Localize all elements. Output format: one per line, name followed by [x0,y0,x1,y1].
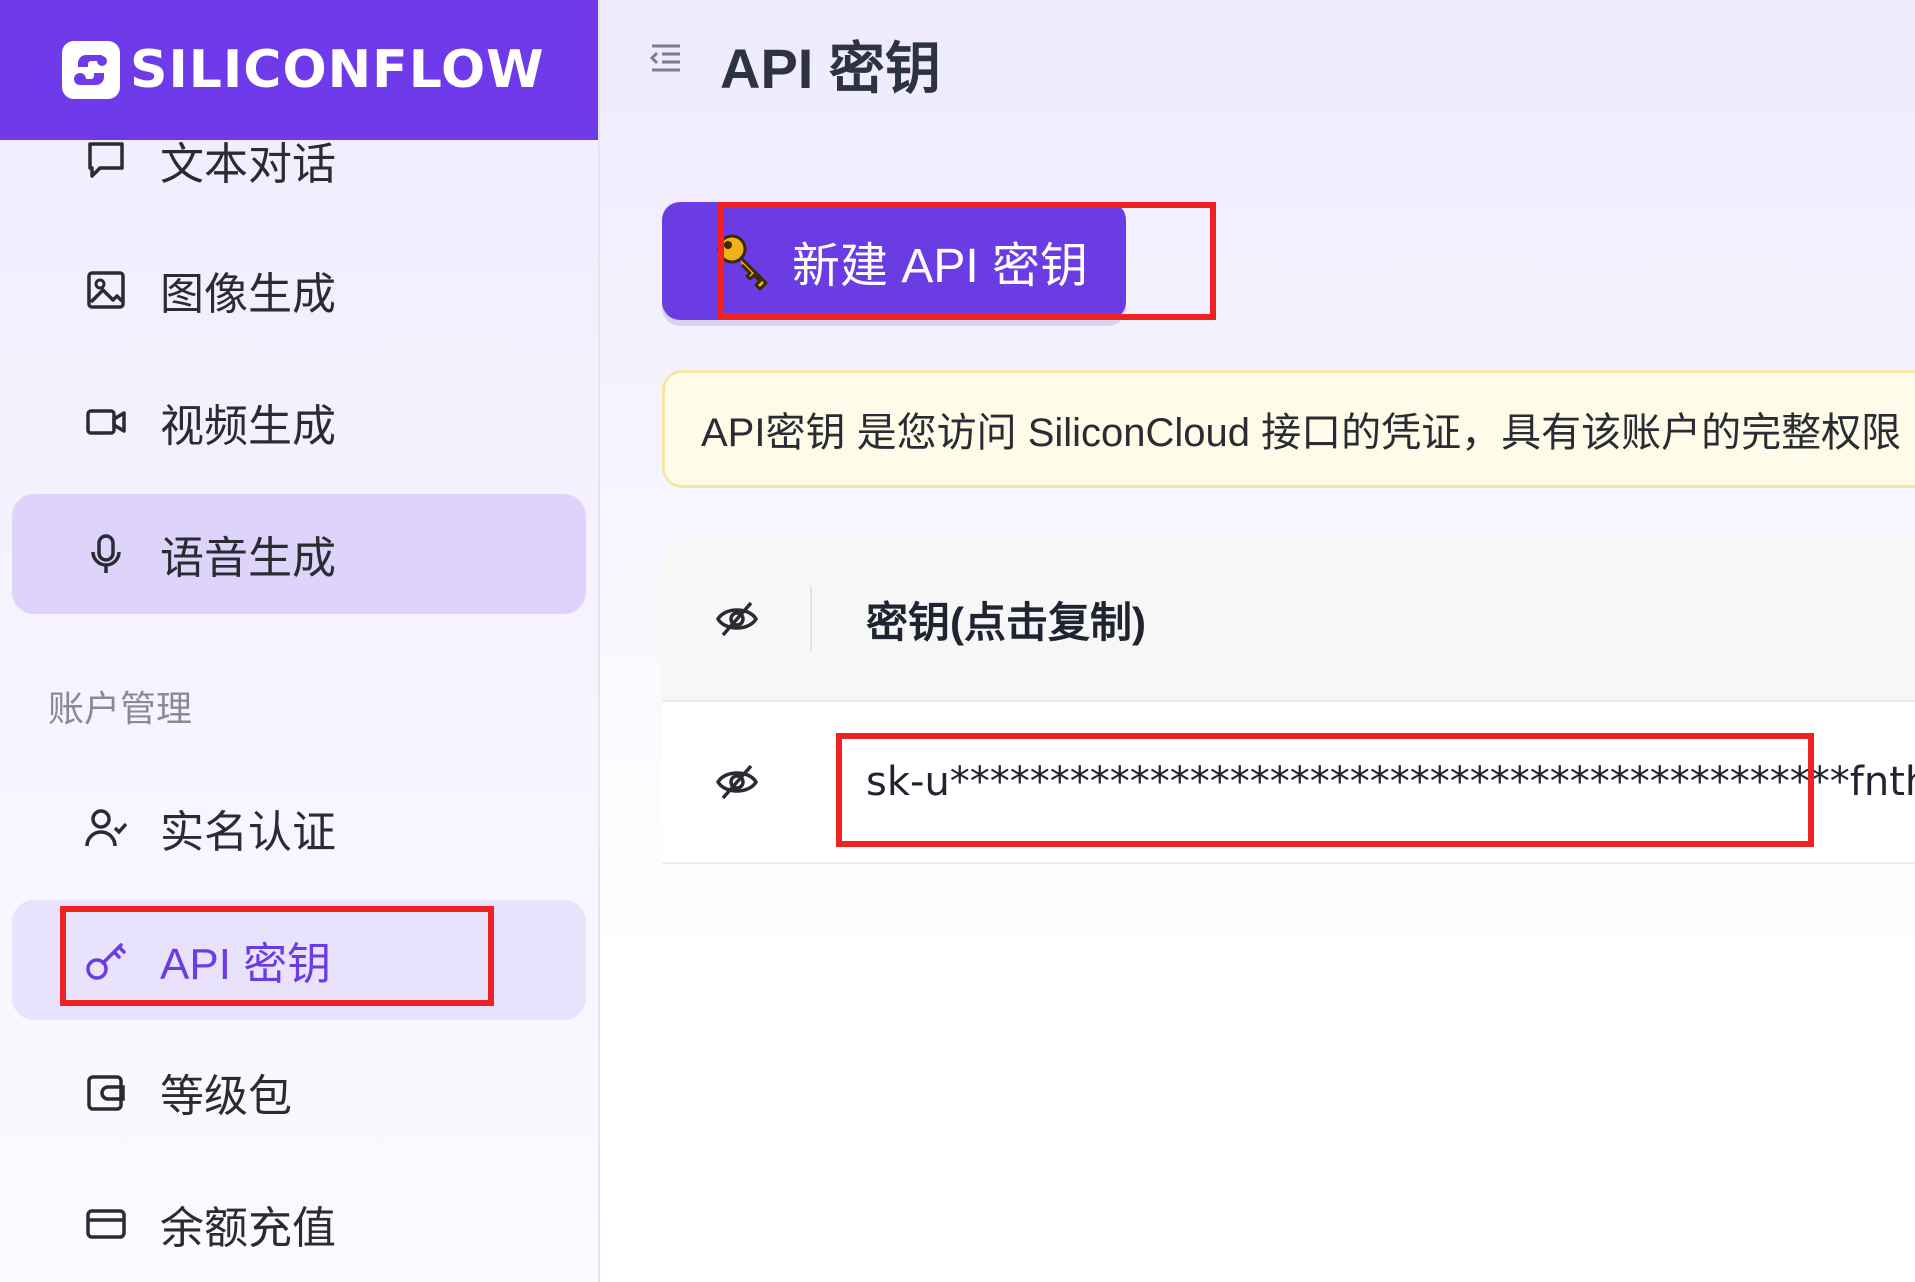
sidebar-item-label: 语音生成 [160,534,336,583]
api-key-value[interactable]: sk-u************************************… [812,759,1915,805]
sidebar-item-real-name-verification[interactable]: 实名认证 [12,768,586,888]
sidebar-item-label: 视频生成 [160,402,336,451]
create-api-key-button[interactable]: 新建 API 密钥 [662,202,1126,320]
video-camera-icon [84,400,128,444]
user-check-icon [84,806,128,850]
notice-text: API密钥 是您访问 SiliconCloud 接口的凭证，具有该账户的完整权限 [701,411,1902,455]
sidebar-item-label: 等级包 [160,1072,292,1121]
page-title: API 密钥 [720,37,941,100]
section-label-account: 账户管理 [48,688,193,729]
key-emoji-icon [714,231,774,291]
sidebar-item-label: 实名认证 [160,808,336,857]
toggle-visibility-all-icon[interactable] [662,597,812,641]
column-header-key: 密钥(点击复制) [866,598,1146,646]
microphone-icon [84,532,128,576]
sidebar-item-level-package[interactable]: 等级包 [12,1032,586,1152]
key-icon [84,938,128,982]
column-divider [810,586,812,652]
sidebar-item-video-generation[interactable]: 视频生成 [12,362,586,482]
siliconflow-logo-icon [62,41,120,99]
table-header: 密钥(点击复制) [662,538,1915,702]
logo-bar[interactable]: SILICONFLOW [0,0,598,140]
image-icon [84,268,128,312]
chat-bubble-icon [84,138,128,182]
sidebar-item-api-keys[interactable]: API 密钥 [12,900,586,1020]
sidebar-item-image-generation[interactable]: 图像生成 [12,230,586,350]
api-key-notice: API密钥 是您访问 SiliconCloud 接口的凭证，具有该账户的完整权限 [662,370,1915,488]
wallet-icon [84,1070,128,1114]
brand-name: SILICONFLOW [130,40,545,100]
sidebar-item-label: 图像生成 [160,270,336,319]
create-api-key-label: 新建 API 密钥 [792,240,1089,293]
sidebar-item-label: API 密钥 [160,940,332,989]
api-key-table: 密钥(点击复制) sk-u***************************… [662,538,1915,866]
sidebar-item-balance-topup[interactable]: 余额充值 [12,1164,586,1282]
sidebar-item-label: 余额充值 [160,1204,336,1253]
collapse-menu-icon[interactable] [648,40,684,76]
sidebar: SILICONFLOW 文本对话 图像生成 视频生成 语音生成 账户管理 实名认… [0,0,600,1282]
sidebar-item-speech-generation[interactable]: 语音生成 [12,494,586,614]
toggle-visibility-icon[interactable] [662,760,812,804]
table-row: sk-u************************************… [662,702,1915,864]
main-content: API 密钥 新建 API 密钥 API密钥 是您访问 SiliconCloud… [600,0,1915,1282]
credit-card-icon [84,1202,128,1246]
